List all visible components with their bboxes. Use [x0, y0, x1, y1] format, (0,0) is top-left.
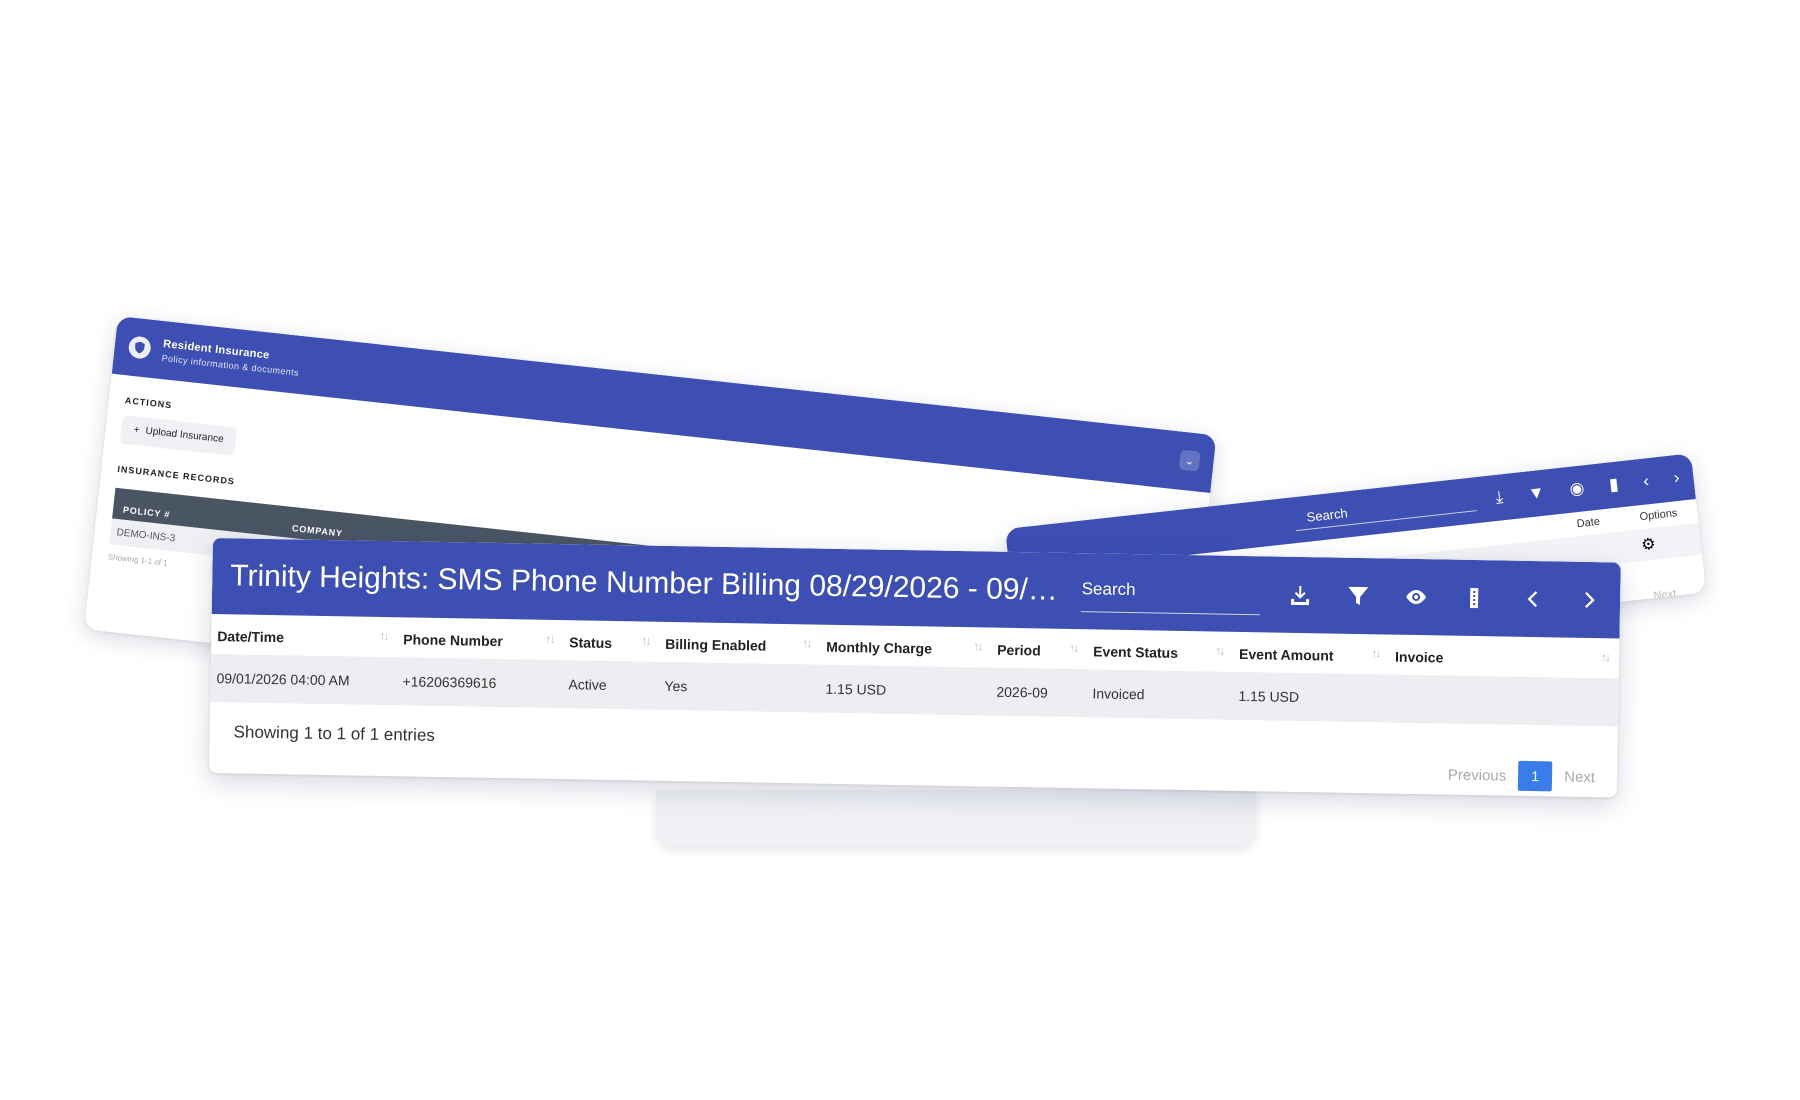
column-billing-enabled[interactable]: Billing Enabled ↑↓	[659, 622, 821, 665]
eye-icon[interactable]	[1404, 585, 1428, 609]
cell-billing-enabled: Yes	[658, 661, 820, 713]
sort-icon[interactable]: ↑↓	[973, 639, 981, 653]
sort-icon[interactable]: ↑↓	[802, 636, 810, 650]
pagination: Previous 1 Next	[1448, 760, 1596, 793]
search-input[interactable]: Search	[1081, 570, 1261, 615]
filter-icon[interactable]: ▼	[1527, 483, 1546, 505]
chevron-down-icon[interactable]: ⌄	[1178, 449, 1201, 472]
cell-event-status: Invoiced	[1086, 669, 1233, 720]
column-datetime[interactable]: Date/Time ↑↓	[211, 614, 398, 657]
sort-icon[interactable]: ↑↓	[379, 629, 387, 643]
download-icon[interactable]	[1288, 583, 1312, 607]
sort-icon[interactable]: ↑↓	[545, 632, 553, 646]
cell-datetime: 09/01/2026 04:00 AM	[210, 653, 397, 706]
columns-icon[interactable]	[1462, 586, 1486, 610]
filter-icon[interactable]	[1346, 584, 1370, 608]
gear-icon[interactable]: ⚙	[1640, 534, 1656, 555]
sort-icon[interactable]: ↑↓	[1069, 641, 1077, 655]
upload-label: Upload Insurance	[144, 425, 225, 446]
page-1-button[interactable]: 1	[1517, 760, 1553, 792]
sort-icon[interactable]: ↑↓	[1215, 644, 1223, 658]
cell-status: Active	[562, 660, 659, 710]
next-button[interactable]: Next	[1564, 768, 1595, 786]
shield-icon	[127, 335, 152, 360]
column-phone-number[interactable]: Phone Number ↑↓	[397, 617, 564, 660]
sort-icon[interactable]: ↑↓	[1371, 646, 1379, 660]
chevron-left-icon[interactable]	[1520, 587, 1544, 611]
cell-invoice[interactable]	[1387, 674, 1619, 727]
upload-insurance-button[interactable]: + Upload Insurance	[120, 415, 237, 455]
column-status[interactable]: Status ↑↓	[563, 620, 660, 662]
download-icon[interactable]: ⤓	[1495, 487, 1505, 508]
eye-icon[interactable]: ◉	[1568, 478, 1585, 500]
column-event-status[interactable]: Event Status ↑↓	[1087, 629, 1234, 672]
columns-icon[interactable]: ▮	[1608, 474, 1619, 495]
previous-button[interactable]: Previous	[1448, 766, 1507, 784]
column-options[interactable]: Options	[1639, 507, 1678, 523]
sort-icon[interactable]: ↑↓	[1601, 650, 1609, 664]
cell-period: 2026-09	[990, 667, 1087, 718]
column-date[interactable]: Date	[1576, 516, 1600, 530]
display-stand	[656, 790, 1256, 846]
column-period[interactable]: Period ↑↓	[991, 628, 1088, 670]
policy-cell: DEMO-INS-3	[116, 526, 176, 544]
chevron-right-icon[interactable]	[1578, 588, 1602, 612]
sms-billing-card: Trinity Heights: SMS Phone Number Billin…	[208, 538, 1621, 798]
column-event-amount[interactable]: Event Amount ↑↓	[1233, 632, 1390, 675]
column-invoice[interactable]: Invoice ↑↓	[1389, 635, 1620, 679]
plus-icon: +	[133, 424, 141, 436]
cell-event-amount: 1.15 USD	[1231, 671, 1389, 723]
cell-phone: +16206369616	[396, 657, 563, 709]
entries-info: Showing 1 to 1 of 1 entries	[233, 722, 436, 745]
page-title: Trinity Heights: SMS Phone Number Billin…	[230, 559, 1062, 608]
sort-icon[interactable]: ↑↓	[641, 633, 649, 647]
chevron-left-icon[interactable]: ‹	[1642, 471, 1650, 492]
secondary-search-input[interactable]: Search	[1293, 489, 1477, 532]
cell-monthly-charge: 1.15 USD	[819, 664, 991, 716]
column-monthly-charge[interactable]: Monthly Charge ↑↓	[820, 625, 992, 668]
chevron-right-icon[interactable]: ›	[1673, 468, 1681, 489]
